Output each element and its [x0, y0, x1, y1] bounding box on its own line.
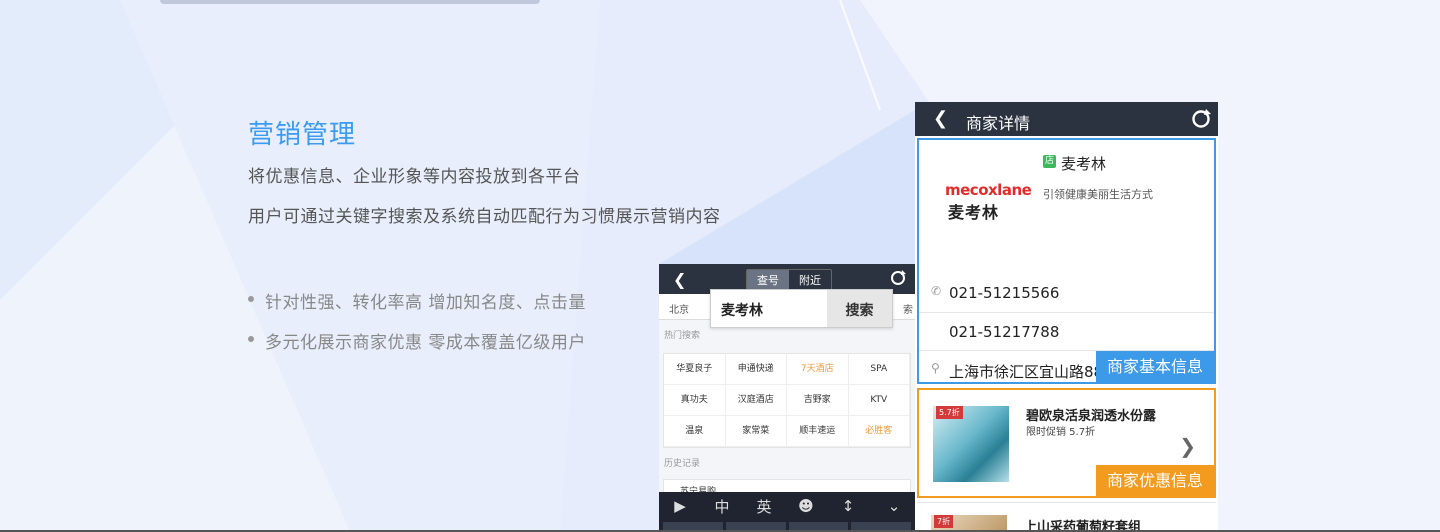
hot-item[interactable]: 7天酒店	[787, 354, 849, 385]
search-popup: 麦考林 搜索	[710, 289, 893, 328]
hot-item[interactable]: 申通快递	[725, 354, 787, 385]
hot-item[interactable]: KTV	[848, 385, 910, 416]
tab-lookup[interactable]: 查号	[747, 270, 789, 290]
hot-search-grid: 华夏良子 申通快递 7天酒店 SPA 真功夫 汉庭酒店 吉野家 KTV 温泉 家…	[663, 353, 911, 448]
logo-text-zh: 麦考林	[948, 203, 1000, 222]
hot-item[interactable]: 汉庭酒店	[725, 385, 787, 416]
basic-info-panel: mecoxlane 麦考林 店 麦考林 引领健康美丽生活方式 ✆ 021-512…	[917, 138, 1216, 384]
basic-info-tag: 商家基本信息	[1095, 351, 1214, 382]
bullet-item: 多元化展示商家优惠 零成本覆盖亿级用户	[248, 328, 586, 353]
section-title: 营销管理	[248, 120, 357, 150]
search-input[interactable]: 麦考林	[711, 290, 827, 327]
hot-item[interactable]: SPA	[848, 354, 910, 385]
detail-phone-screen: ❮ 商家详情 mecoxlane 麦考林 店 麦考林 引领健康美丽生活方式 ✆ …	[915, 102, 1218, 532]
detail-topbar: ❮ 商家详情	[915, 102, 1218, 136]
hot-item[interactable]: 温泉	[664, 416, 726, 447]
shop-slogan: 引领健康美丽生活方式	[1043, 188, 1153, 201]
bullet-list: 针对性强、转化率高 增加知名度、点击量 多元化展示商家优惠 零成本覆盖亿级用户	[248, 288, 586, 368]
promo-info-tag: 商家优惠信息	[1095, 465, 1214, 496]
section-line-1: 将优惠信息、企业形象等内容投放到各平台	[248, 167, 581, 187]
promo-panel[interactable]: 5.7折 碧欧泉活泉润透水份露 限时促销 5.7折 ❯ 商家优惠信息	[917, 388, 1216, 498]
phone-icon: ✆	[931, 284, 942, 298]
promo-image: 5.7折	[933, 406, 1009, 482]
collapse-keyboard-icon[interactable]: ⌄	[873, 497, 915, 515]
promo-discount-badge: 5.7折	[936, 406, 963, 419]
emoji-icon[interactable]: ☻	[785, 497, 827, 515]
key-english[interactable]: 英	[743, 496, 785, 517]
hot-item[interactable]: 顺丰速运	[787, 416, 849, 447]
search-tabs: 查号 附近	[746, 269, 832, 291]
phone-number-1: 021-51215566	[949, 284, 1060, 302]
shop-badge-icon: 店	[1043, 155, 1056, 168]
city-select[interactable]: 北京	[669, 301, 689, 316]
promo-name: 碧欧泉活泉润透水份露	[1026, 409, 1157, 424]
promo-subtitle: 限时促销 5.7折	[1026, 427, 1096, 438]
phone-row-2[interactable]: 021-51217788	[919, 312, 1214, 350]
page-title: 商家详情	[966, 114, 1031, 133]
section-line-2: 用户可通过关键字搜索及系统自动匹配行为习惯展示营销内容	[248, 207, 721, 227]
refresh-icon[interactable]	[1190, 108, 1212, 134]
shop-name: 麦考林	[1061, 155, 1107, 173]
tab-nearby[interactable]: 附近	[789, 270, 831, 290]
history-label: 历史记录	[664, 459, 701, 469]
section-copy: 营销管理 将优惠信息、企业形象等内容投放到各平台 用户可通过关键字搜索及系统自动…	[248, 114, 721, 247]
keyboard-logo-icon[interactable]: ▶	[659, 497, 701, 515]
phone-number-2: 021-51217788	[949, 323, 1060, 341]
keyboard: ▶ 中 英 ☻ ↕ ⌄	[659, 492, 915, 532]
bullet-item: 针对性强、转化率高 增加知名度、点击量	[248, 288, 586, 313]
address-text: 上海市徐汇区宜山路88	[949, 363, 1104, 381]
phone-row-1[interactable]: ✆ 021-51215566	[919, 274, 1214, 312]
cursor-icon[interactable]: ↕	[827, 497, 869, 515]
hot-item[interactable]: 家常菜	[725, 416, 787, 447]
back-icon[interactable]: ❮	[933, 108, 948, 129]
top-shadow	[160, 0, 540, 4]
key-chinese[interactable]: 中	[701, 496, 743, 517]
chevron-right-icon[interactable]: ❯	[1179, 434, 1196, 458]
search-button[interactable]: 搜索	[827, 290, 892, 327]
refresh-icon[interactable]	[889, 269, 907, 291]
location-icon: ⚲	[931, 361, 940, 375]
hot-item[interactable]: 必胜客	[848, 416, 910, 447]
hot-item[interactable]: 吉野家	[787, 385, 849, 416]
hot-item[interactable]: 华夏良子	[664, 354, 726, 385]
keyboard-toolbar: ▶ 中 英 ☻ ↕ ⌄	[659, 492, 915, 520]
merchant-logo: mecoxlane 麦考林	[945, 181, 1032, 223]
back-icon[interactable]: ❮	[673, 270, 686, 289]
promo-item-2[interactable]: 7折 上山采药葡萄籽套组	[917, 502, 1216, 532]
logo-text-en: mecoxlane	[945, 181, 1032, 199]
hot-item[interactable]: 真功夫	[664, 385, 726, 416]
filter-right: 索	[903, 305, 913, 316]
promo2-discount-badge: 7折	[934, 515, 954, 528]
